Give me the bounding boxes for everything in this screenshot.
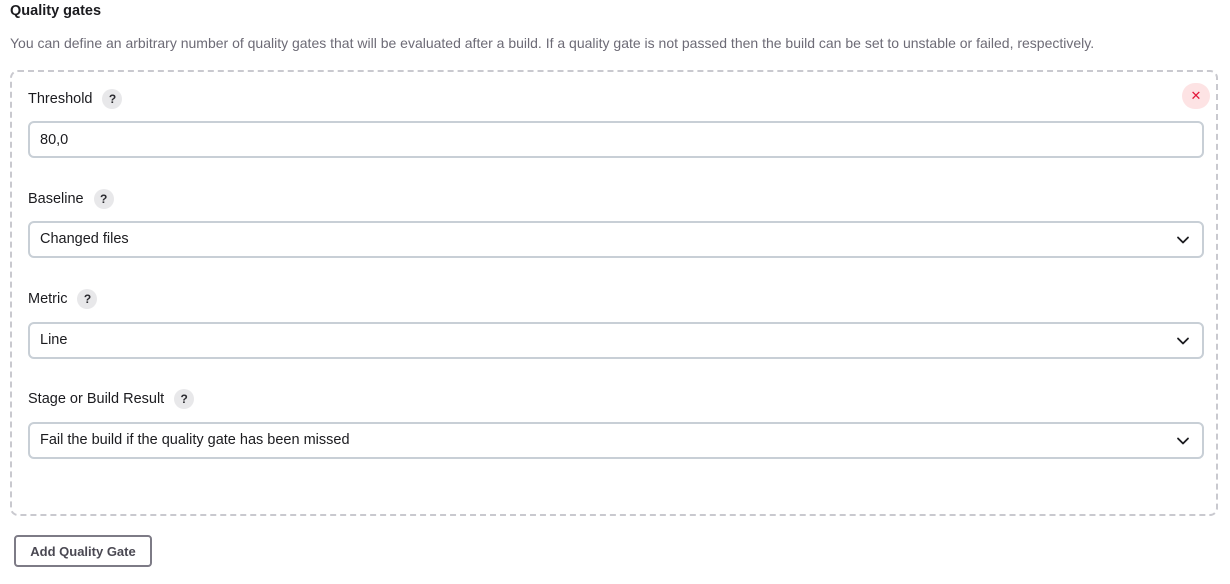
close-icon: ✕ <box>1190 88 1202 103</box>
section-title: Quality gates <box>10 3 102 19</box>
help-icon[interactable]: ? <box>93 189 114 209</box>
threshold-label: Threshold ? <box>28 89 123 109</box>
chevron-down-icon <box>1177 236 1189 244</box>
stage-result-label: Stage or Build Result ? <box>28 389 195 409</box>
remove-gate-button[interactable]: ✕ <box>1182 83 1210 109</box>
stage-result-select[interactable]: Fail the build if the quality gate has b… <box>28 422 1204 459</box>
metric-label: Metric ? <box>28 289 98 309</box>
help-icon[interactable]: ? <box>174 389 195 409</box>
chevron-down-icon <box>1177 337 1189 345</box>
threshold-input[interactable] <box>28 121 1204 158</box>
stage-result-label-text: Stage or Build Result <box>28 391 165 407</box>
baseline-selected-value: Changed files <box>40 231 129 247</box>
help-icon[interactable]: ? <box>77 289 98 309</box>
chevron-down-icon <box>1177 437 1189 445</box>
metric-selected-value: Line <box>40 332 68 348</box>
baseline-select[interactable]: Changed files <box>28 221 1204 258</box>
add-quality-gate-button[interactable]: Add Quality Gate <box>14 535 152 567</box>
metric-select[interactable]: Line <box>28 322 1204 359</box>
baseline-label: Baseline ? <box>28 189 114 209</box>
stage-result-selected-value: Fail the build if the quality gate has b… <box>40 432 350 448</box>
metric-label-text: Metric <box>28 291 68 307</box>
threshold-label-text: Threshold <box>28 91 93 107</box>
baseline-label-text: Baseline <box>28 191 84 207</box>
help-icon[interactable]: ? <box>102 89 123 109</box>
section-description: You can define an arbitrary number of qu… <box>10 35 1095 51</box>
